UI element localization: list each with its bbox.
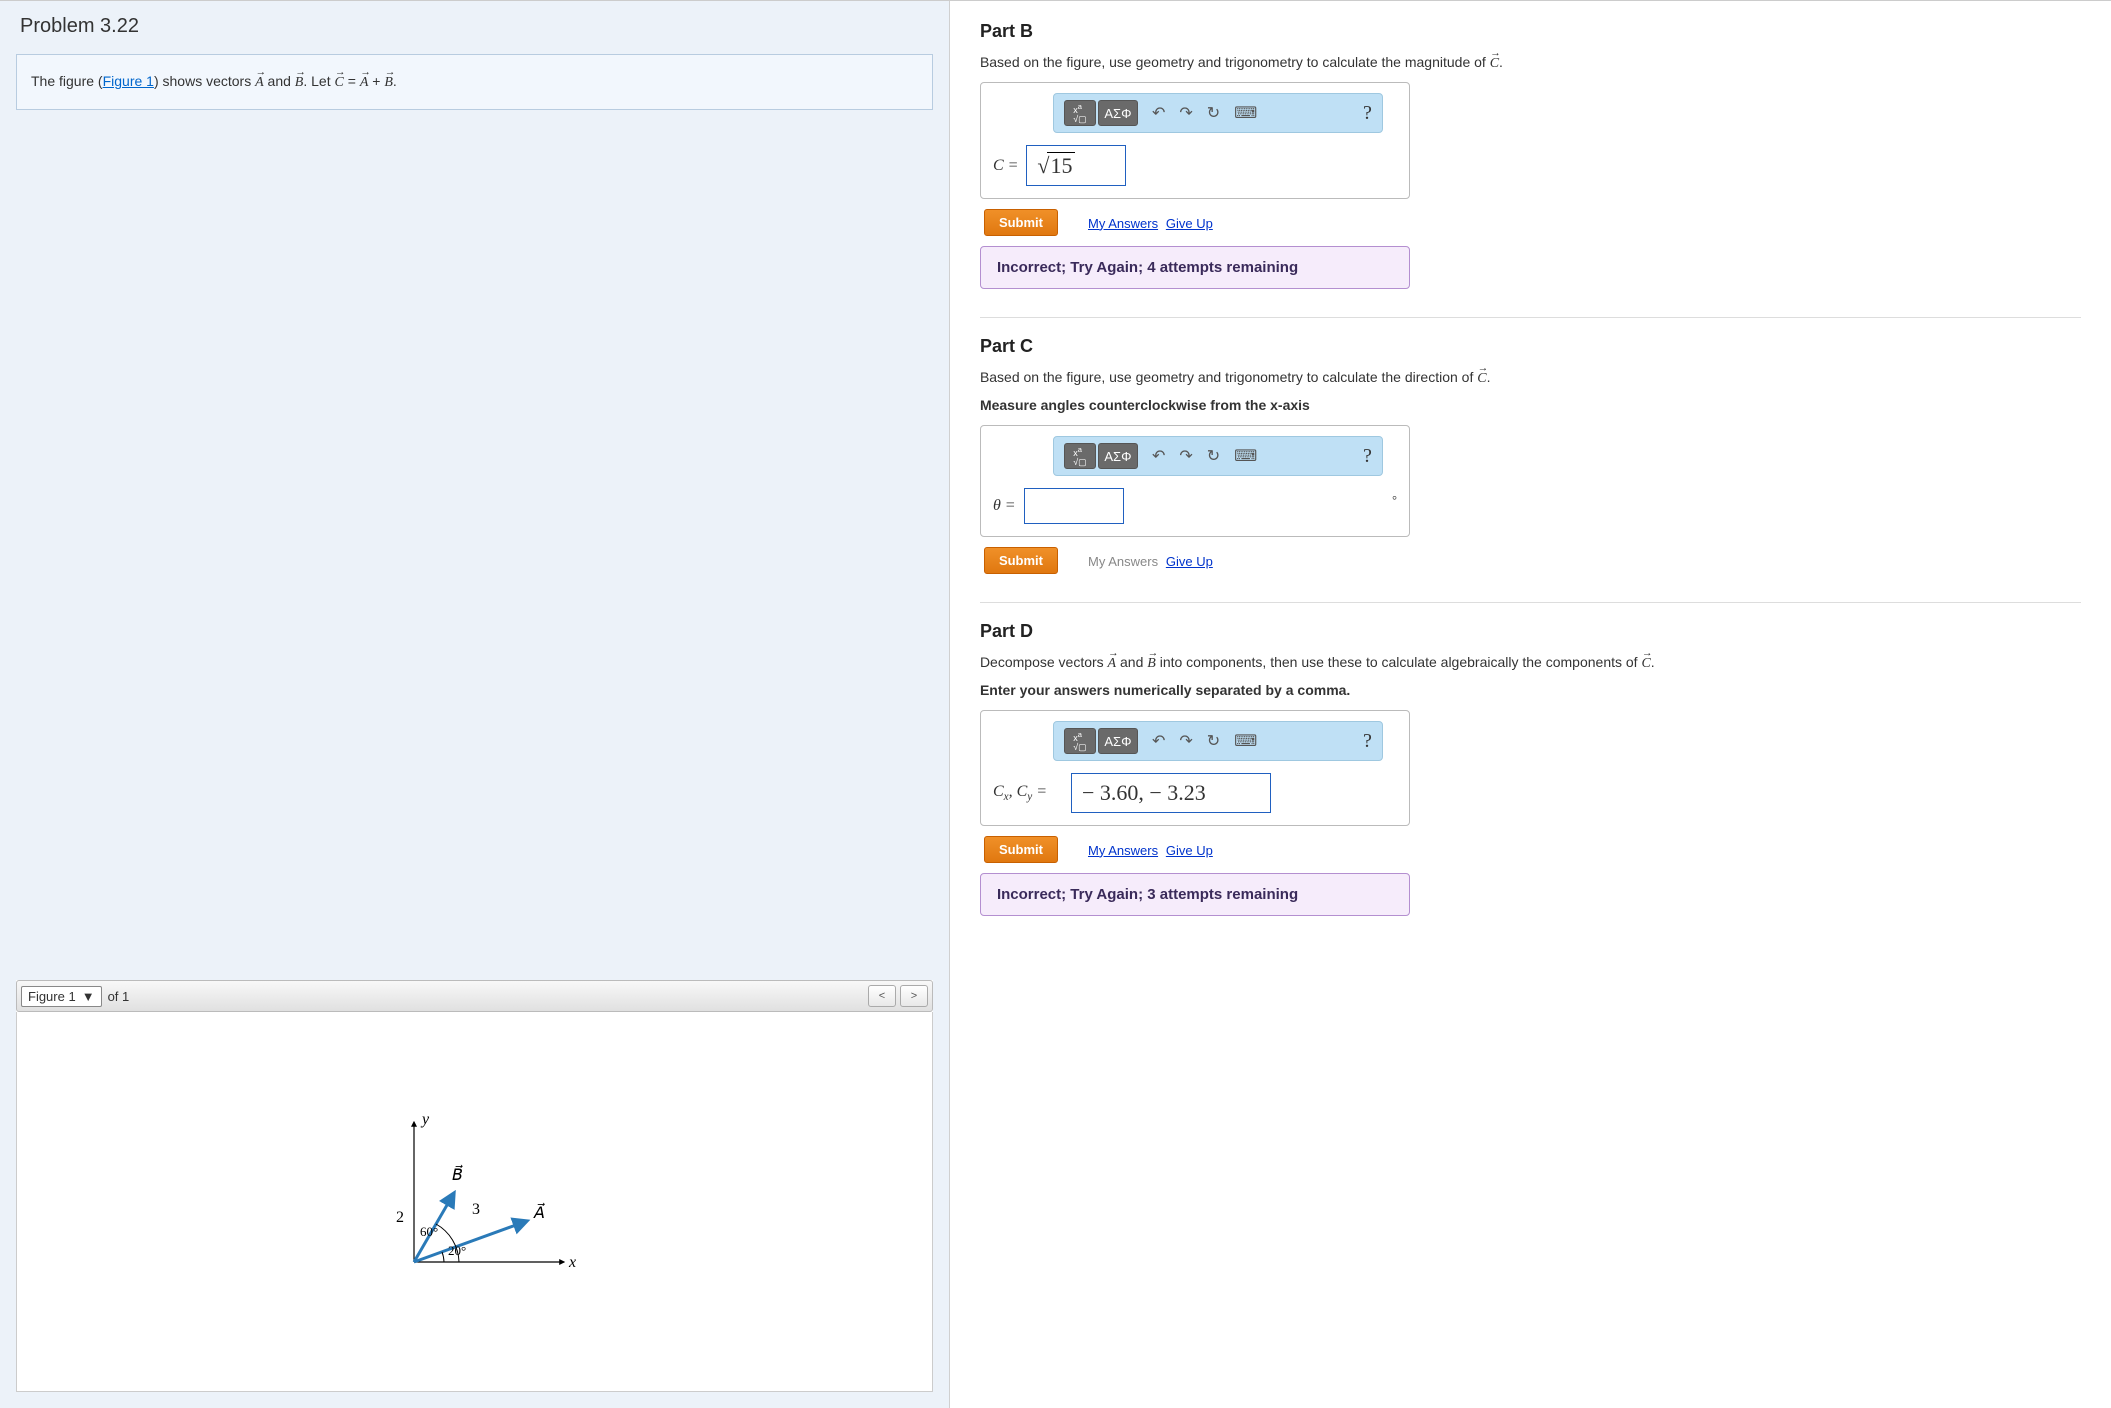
submit-button[interactable]: Submit	[984, 836, 1058, 863]
undo-icon[interactable]: ↶	[1152, 446, 1165, 466]
undo-icon[interactable]: ↶	[1152, 731, 1165, 751]
vector-a-symbol: A	[1108, 656, 1117, 672]
text: =	[344, 73, 360, 89]
figure-link[interactable]: Figure 1	[103, 73, 154, 89]
angle-a: 20°	[448, 1243, 466, 1258]
figure-count: of 1	[108, 989, 130, 1004]
part-c-sub-instruction: Measure angles counterclockwise from the…	[980, 397, 2081, 413]
part-d-answer-box: xa√▢ ΑΣΦ ↶ ↷ ↻ ⌨ ? Cx, Cy = − 3.60, − 3.…	[980, 710, 1410, 826]
redo-icon[interactable]: ↷	[1179, 446, 1192, 466]
undo-icon[interactable]: ↶	[1152, 103, 1165, 123]
vector-b-symbol: B	[295, 75, 304, 91]
my-answers-link[interactable]: My Answers	[1088, 216, 1158, 231]
vector-a-symbol: A	[255, 75, 264, 91]
part-c-title: Part C	[980, 336, 2081, 357]
text: Based on the figure, use geometry and tr…	[980, 369, 1477, 385]
part-c-answer-box: xa√▢ ΑΣΦ ↶ ↷ ↻ ⌨ ? θ = °	[980, 425, 1410, 537]
figure-next-button[interactable]: >	[900, 985, 928, 1007]
figure-selector[interactable]: Figure 1 ▼	[21, 986, 102, 1007]
text: and	[264, 73, 295, 89]
text: Decompose vectors	[980, 654, 1108, 670]
vector-c-symbol: C	[1641, 656, 1650, 672]
give-up-link[interactable]: Give Up	[1166, 554, 1213, 569]
my-answers-link[interactable]: My Answers	[1088, 843, 1158, 858]
y-axis-label: y	[420, 1111, 430, 1128]
reset-icon[interactable]: ↻	[1207, 731, 1220, 751]
variable-label: C =	[993, 157, 1018, 175]
text: and	[1116, 654, 1147, 670]
my-answers-link[interactable]: My Answers	[1088, 554, 1158, 569]
text: ) shows vectors	[154, 73, 255, 89]
text: The figure (	[31, 73, 103, 89]
give-up-link[interactable]: Give Up	[1166, 843, 1213, 858]
greek-button[interactable]: ΑΣΦ	[1098, 728, 1138, 754]
greek-button[interactable]: ΑΣΦ	[1098, 443, 1138, 469]
give-up-link[interactable]: Give Up	[1166, 216, 1213, 231]
problem-statement: The figure (Figure 1) shows vectors A an…	[16, 54, 933, 110]
greek-button[interactable]: ΑΣΦ	[1098, 100, 1138, 126]
templates-button[interactable]: xa√▢	[1064, 728, 1096, 754]
answer-input[interactable]: − 3.60, − 3.23	[1071, 773, 1271, 813]
vector-c-symbol: C	[1477, 371, 1486, 387]
equation-toolbar: xa√▢ ΑΣΦ ↶ ↷ ↻ ⌨ ?	[1053, 721, 1383, 761]
problem-title: Problem 3.22	[0, 1, 949, 48]
templates-button[interactable]: xa√▢	[1064, 443, 1096, 469]
figure-panel: Figure 1 ▼ of 1 < >	[16, 980, 933, 1392]
variable-label: θ =	[993, 497, 1016, 515]
part-b-title: Part B	[980, 21, 2081, 42]
text: . Let	[303, 73, 334, 89]
vector-diagram: y x A⃗ B⃗ 2 3 60° 20°	[344, 1102, 604, 1302]
figure-selector-label: Figure 1	[28, 989, 76, 1004]
answer-input[interactable]: 15	[1026, 145, 1126, 186]
x-axis-label: x	[568, 1254, 576, 1271]
unit-degree: °	[1392, 493, 1397, 508]
part-d-feedback: Incorrect; Try Again; 3 attempts remaini…	[980, 873, 1410, 916]
angle-b: 60°	[420, 1224, 438, 1239]
keyboard-icon[interactable]: ⌨	[1234, 731, 1257, 751]
keyboard-icon[interactable]: ⌨	[1234, 103, 1257, 123]
divider	[980, 317, 2081, 318]
text: into components, then use these to calcu…	[1156, 654, 1642, 670]
variable-label: Cx, Cy =	[993, 783, 1063, 803]
templates-button[interactable]: xa√▢	[1064, 100, 1096, 126]
answer-input[interactable]	[1024, 488, 1124, 524]
part-b-feedback: Incorrect; Try Again; 4 attempts remaini…	[980, 246, 1410, 289]
reset-icon[interactable]: ↻	[1207, 103, 1220, 123]
submit-button[interactable]: Submit	[984, 209, 1058, 236]
part-d-title: Part D	[980, 621, 2081, 642]
vector-b-symbol: B	[1147, 656, 1156, 672]
part-b-instruction: Based on the figure, use geometry and tr…	[980, 54, 2081, 72]
part-c-instruction: Based on the figure, use geometry and tr…	[980, 369, 2081, 387]
help-icon[interactable]: ?	[1363, 730, 1372, 753]
figure-toolbar: Figure 1 ▼ of 1 < >	[16, 980, 933, 1012]
vector-b-figure-label: B⃗	[452, 1164, 463, 1184]
vector-c-symbol: C	[1490, 56, 1499, 72]
part-d-sub-instruction: Enter your answers numerically separated…	[980, 682, 2081, 698]
equation-toolbar: xa√▢ ΑΣΦ ↶ ↷ ↻ ⌨ ?	[1053, 93, 1383, 133]
chevron-down-icon: ▼	[82, 989, 95, 1004]
help-icon[interactable]: ?	[1363, 445, 1372, 468]
divider	[980, 602, 2081, 603]
help-icon[interactable]: ?	[1363, 102, 1372, 125]
part-b-answer-box: xa√▢ ΑΣΦ ↶ ↷ ↻ ⌨ ? C = 15	[980, 82, 1410, 199]
magnitude-b: 2	[396, 1209, 404, 1226]
figure-canvas: y x A⃗ B⃗ 2 3 60° 20°	[16, 1012, 933, 1392]
vector-a-figure-label: A⃗	[533, 1202, 545, 1222]
text: Based on the figure, use geometry and tr…	[980, 54, 1490, 70]
part-d-instruction: Decompose vectors A and B into component…	[980, 654, 2081, 672]
redo-icon[interactable]: ↷	[1179, 103, 1192, 123]
redo-icon[interactable]: ↷	[1179, 731, 1192, 751]
reset-icon[interactable]: ↻	[1207, 446, 1220, 466]
vector-b-symbol: B	[384, 75, 393, 91]
keyboard-icon[interactable]: ⌨	[1234, 446, 1257, 466]
vector-c-symbol: C	[335, 75, 344, 91]
submit-button[interactable]: Submit	[984, 547, 1058, 574]
equation-toolbar: xa√▢ ΑΣΦ ↶ ↷ ↻ ⌨ ?	[1053, 436, 1383, 476]
vector-a-symbol: A	[360, 75, 369, 91]
figure-prev-button[interactable]: <	[868, 985, 896, 1007]
answer-value: 15	[1047, 152, 1075, 179]
magnitude-a: 3	[472, 1201, 480, 1218]
